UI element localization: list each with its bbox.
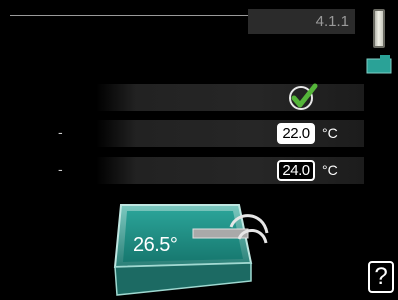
row-activated[interactable] (96, 84, 364, 111)
unit-celsius: °C (322, 162, 338, 178)
help-button[interactable]: ? (368, 261, 394, 293)
checkbox-checked-icon[interactable] (287, 83, 319, 111)
start-temperature-value[interactable]: 22.0 (277, 123, 315, 144)
row-label: - (58, 161, 63, 177)
unit-celsius: °C (322, 125, 338, 141)
menu-position-indicator (373, 9, 385, 48)
menu-number: 4.1.1 (315, 13, 349, 30)
stop-temperature-value[interactable]: 24.0 (277, 160, 315, 181)
menu-number-box: 4.1.1 (248, 9, 355, 34)
scroll-tab-icon (366, 55, 392, 74)
pool-temperature: 26.5° (133, 234, 178, 256)
row-label: - (58, 124, 63, 140)
title-divider (10, 15, 248, 16)
